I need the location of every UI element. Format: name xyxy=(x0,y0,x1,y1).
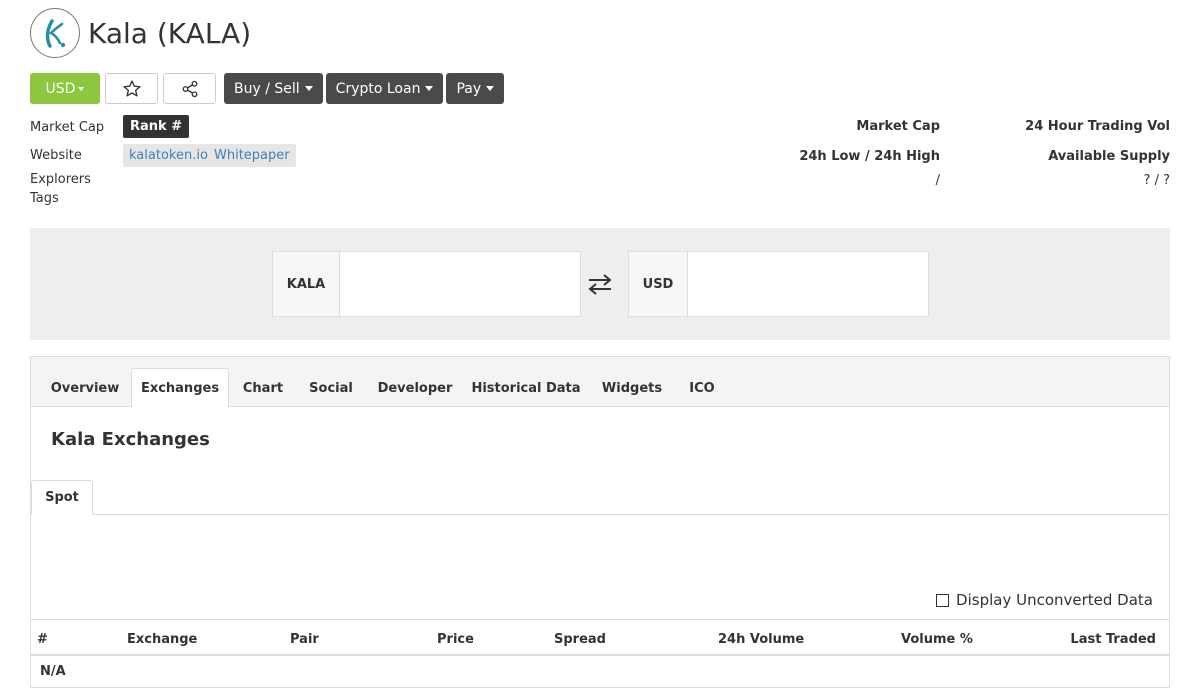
explorers-label: Explorers xyxy=(30,172,91,187)
website-label: Website xyxy=(30,148,82,163)
buy-sell-dropdown-button[interactable]: Buy / Sell xyxy=(224,73,323,104)
stat-supply-label: Available Supply xyxy=(1048,149,1170,164)
unconverted-data-checkbox[interactable] xyxy=(936,593,950,607)
col-last-traded[interactable]: Last Traded xyxy=(1070,632,1156,647)
stat-supply-value: ? / ? xyxy=(1143,173,1170,188)
tab-overview[interactable]: Overview xyxy=(40,368,130,408)
exchanges-title: Kala Exchanges xyxy=(51,429,210,450)
website-link[interactable]: kalatoken.io xyxy=(123,144,214,167)
col-rank[interactable]: # xyxy=(37,632,48,647)
tab-chart[interactable]: Chart xyxy=(230,368,296,408)
currency-converter: KALA USD xyxy=(30,228,1170,340)
pay-dropdown-button[interactable]: Pay xyxy=(446,73,505,104)
to-amount-input[interactable] xyxy=(688,252,928,316)
tags-label: Tags xyxy=(30,191,59,206)
caret-down-icon xyxy=(425,86,434,91)
caret-down-icon xyxy=(304,86,313,91)
tab-developer[interactable]: Developer xyxy=(366,368,464,408)
pay-label: Pay xyxy=(456,80,482,97)
share-icon xyxy=(182,80,197,97)
market-cap-label: Market Cap xyxy=(30,120,105,135)
tab-widgets[interactable]: Widgets xyxy=(588,368,676,408)
caret-down-icon xyxy=(486,86,495,91)
table-row-empty: N/A xyxy=(40,664,66,679)
col-spread[interactable]: Spread xyxy=(554,632,606,647)
currency-dropdown-button[interactable]: USD xyxy=(30,73,100,104)
buy-sell-label: Buy / Sell xyxy=(234,80,300,97)
from-amount-input[interactable] xyxy=(340,252,580,316)
star-icon xyxy=(123,79,140,96)
tab-exchanges[interactable]: Exchanges xyxy=(131,368,229,408)
kala-logo-icon xyxy=(30,8,80,58)
crypto-loan-label: Crypto Loan xyxy=(335,80,421,97)
tab-historical-data[interactable]: Historical Data xyxy=(465,368,587,408)
crypto-loan-dropdown-button[interactable]: Crypto Loan xyxy=(325,73,444,104)
to-currency-label: USD xyxy=(629,252,688,316)
unconverted-data-label: Display Unconverted Data xyxy=(956,591,1153,609)
stat-low-high-label: 24h Low / 24h High xyxy=(799,149,940,164)
coin-tabs-panel: Overview Exchanges Chart Social Develope… xyxy=(30,356,1170,688)
from-currency-label: KALA xyxy=(273,252,340,316)
exchanges-table-header: # Exchange Pair Price Spread 24h Volume … xyxy=(31,619,1169,656)
share-button[interactable] xyxy=(163,73,216,104)
favorite-button[interactable] xyxy=(105,73,158,104)
col-price[interactable]: Price xyxy=(437,632,474,647)
stat-market-cap-label: Market Cap xyxy=(856,119,940,134)
subtab-spot[interactable]: Spot xyxy=(31,480,93,515)
tab-social[interactable]: Social xyxy=(297,368,365,408)
tab-ico[interactable]: ICO xyxy=(677,368,727,408)
col-pair[interactable]: Pair xyxy=(290,632,319,647)
unconverted-data-toggle[interactable]: Display Unconverted Data xyxy=(936,591,1153,609)
tab-bar: Overview Exchanges Chart Social Develope… xyxy=(31,357,1169,408)
col-volume-percent[interactable]: Volume % xyxy=(901,632,973,647)
rank-badge: Rank # xyxy=(123,115,190,138)
swap-arrows-icon[interactable] xyxy=(587,272,613,296)
stat-low-high-value: / xyxy=(935,173,940,188)
col-exchange[interactable]: Exchange xyxy=(127,632,197,647)
coin-header: Kala (KALA) xyxy=(30,8,251,58)
currency-label: USD xyxy=(45,80,76,97)
subtab-divider xyxy=(31,514,1169,515)
page-title: Kala (KALA) xyxy=(88,16,252,50)
from-currency-box: KALA xyxy=(272,251,581,317)
stat-trading-vol-label: 24 Hour Trading Vol xyxy=(1025,119,1170,134)
caret-down-icon xyxy=(78,86,85,91)
to-currency-box: USD xyxy=(628,251,929,317)
coin-toolbar: USD Buy / Sell Crypto Loan Pay xyxy=(30,73,507,104)
col-24h-volume[interactable]: 24h Volume xyxy=(718,632,804,647)
whitepaper-link[interactable]: Whitepaper xyxy=(208,144,296,167)
